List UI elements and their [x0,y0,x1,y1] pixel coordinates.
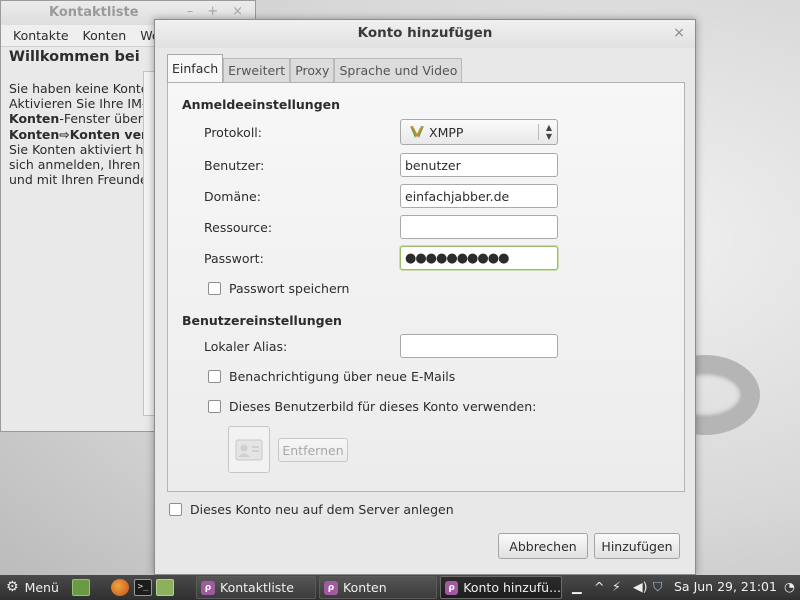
pidgin-icon: ρ [201,580,215,595]
welcome-line: Aktivieren Sie Ihre IM- [9,96,147,112]
start-menu-label: Menü [24,579,59,595]
resource-label: Ressource: [204,220,273,235]
buddy-icon-label[interactable]: Dieses Benutzerbild für dieses Konto ver… [229,399,536,414]
update-shield-icon[interactable]: ⛉ [653,579,662,595]
username-label: Benutzer: [204,158,265,173]
domain-label: Domäne: [204,189,261,204]
dialog-titlebar[interactable]: Konto hinzufügen × [155,20,695,48]
task-kontaktliste[interactable]: ρ Kontaktliste [196,576,316,599]
password-label: Passwort: [204,251,264,266]
remember-password-label[interactable]: Passwort speichern [229,281,349,296]
remove-icon-button[interactable]: Entfernen [278,438,348,462]
task-konto-hinzufuegen[interactable]: ρ Konto hinzufü... [440,576,562,599]
maximize-icon[interactable]: + [207,4,218,19]
register-account-checkbox[interactable] [169,503,182,516]
contact-list-title: Kontaktliste [49,5,139,20]
notifications-icon[interactable]: ◔ [784,579,795,594]
tab-bar: Einfach Erweitert Proxy Sprache und Vide… [167,54,463,82]
password-field[interactable]: ●●●●●●●●●● [400,246,558,270]
start-menu-button[interactable]: ⚙ Menü [6,579,59,595]
welcome-line: Sie Konten aktiviert ha [9,141,149,157]
register-account-row[interactable]: Dieses Konto neu auf dem Server anlegen [169,502,454,517]
buddy-icon-checkbox[interactable] [208,400,221,413]
alias-label: Lokaler Alias: [204,339,288,354]
clock[interactable]: Sa Jun 29, 21:01 [674,579,777,594]
protocol-label: Protokoll: [204,125,262,140]
welcome-line: Konten-Fenster über [9,111,149,126]
tab-einfach[interactable]: Einfach [167,54,224,82]
username-field[interactable]: benutzer [400,153,558,177]
welcome-line: sich anmelden, Ihren [9,157,141,173]
close-icon[interactable]: × [232,4,243,19]
show-desktop-icon[interactable] [72,579,90,596]
buddy-icon-row[interactable]: Dieses Benutzerbild für dieses Konto ver… [208,399,536,414]
xmpp-icon [410,125,424,138]
cancel-button[interactable]: Abbrechen [498,533,588,559]
welcome-line-rest: -Fenster über [59,111,143,127]
add-button[interactable]: Hinzufügen [594,533,680,559]
dialog-title: Konto hinzufügen [357,25,493,41]
welcome-bold: Konten⇨Konten ver [9,126,148,142]
remember-password-checkbox[interactable] [208,282,221,295]
tab-erweitert[interactable]: Erweitert [223,58,291,82]
taskbar: ⚙ Menü >_ ρ Kontaktliste ρ Konten ρ Kont… [0,575,800,600]
user-settings-heading: Benutzereinstellungen [182,313,342,328]
remember-password-row[interactable]: Passwort speichern [208,281,349,296]
protocol-value: XMPP [429,124,464,140]
menu-kontakte[interactable]: Kontakte [13,28,69,43]
minimize-icon[interactable]: – [187,4,194,19]
tab-sprache-video[interactable]: Sprache und Video [334,58,463,82]
task-label: Konto hinzufü... [463,580,561,595]
resource-field[interactable] [400,215,558,239]
terminal-icon[interactable]: >_ [134,579,152,596]
welcome-text: Sie haben keine Konte Aktivieren Sie Ihr… [9,81,149,187]
tray-minimize-icon[interactable]: ▁ [572,579,582,594]
updown-arrows-icon: ▲ ▼ [545,123,552,141]
welcome-line: Sie haben keine Konte [9,81,149,96]
protocol-select[interactable]: XMPP ▲ ▼ [400,119,558,145]
buddy-icon-picker[interactable] [228,426,270,473]
welcome-line: und mit Ihren Freunde [9,172,148,188]
network-icon[interactable]: ⚡ [612,579,621,594]
task-label: Kontaktliste [220,580,294,595]
add-account-dialog: Konto hinzufügen × Einfach Erweitert Pro… [154,19,696,575]
files-icon[interactable] [156,579,174,596]
login-settings-heading: Anmeldeeinstellungen [182,97,341,112]
register-account-label[interactable]: Dieses Konto neu auf dem Server anlegen [190,502,454,517]
close-icon[interactable]: × [673,25,685,41]
menu-konten[interactable]: Konten [83,28,127,43]
welcome-bold: Konten [9,111,60,127]
domain-field[interactable]: einfachjabber.de [400,184,558,208]
volume-icon[interactable]: ◀) [633,579,648,594]
new-mail-notify-label[interactable]: Benachrichtigung über neue E-Mails [229,369,455,384]
basic-settings-panel: Anmeldeeinstellungen Protokoll: XMPP ▲ ▼ … [167,82,685,492]
alias-field[interactable] [400,334,558,358]
welcome-heading: Willkommen bei [9,49,140,65]
firefox-icon[interactable] [111,579,129,596]
tab-proxy[interactable]: Proxy [290,58,335,82]
task-konten[interactable]: ρ Konten [319,576,437,599]
tray-expand-icon[interactable]: ^ [594,579,604,594]
pidgin-icon: ρ [445,580,459,595]
pidgin-icon: ρ [324,580,338,595]
menu-gear-icon: ⚙ [6,579,19,595]
new-mail-notify-checkbox[interactable] [208,370,221,383]
task-label: Konten [343,580,387,595]
new-mail-notify-row[interactable]: Benachrichtigung über neue E-Mails [208,369,455,384]
welcome-line: Konten⇨Konten ver [9,127,149,142]
contact-card-icon [235,439,263,460]
